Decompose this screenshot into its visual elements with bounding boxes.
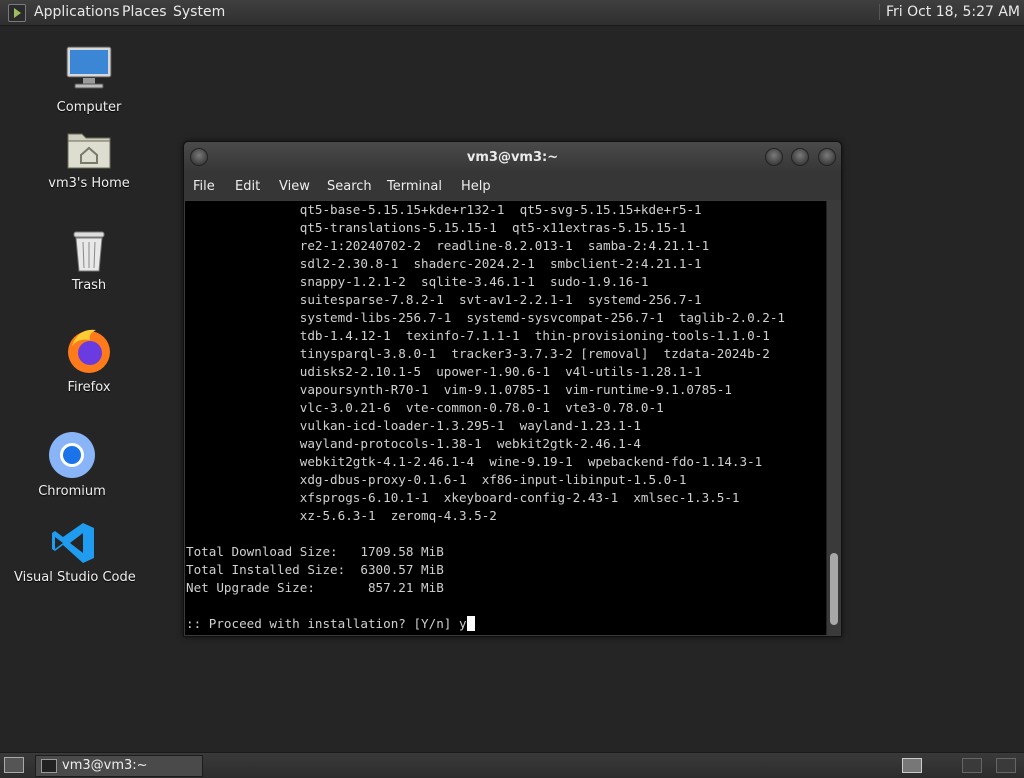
- terminal-line: webkit2gtk-4.1-2.46.1-4 wine-9.19-1 wpeb…: [299, 454, 763, 469]
- terminal-line: snappy-1.2.1-2 sqlite-3.46.1-1 sudo-1.9.…: [299, 274, 649, 289]
- text-cursor: [466, 616, 475, 631]
- trash-label: Trash: [71, 278, 107, 293]
- firefox-icon: [68, 329, 110, 373]
- desktop-vscode[interactable]: Visual Studio Code: [14, 520, 136, 585]
- taskbar-item-label: vm3@vm3:~: [62, 758, 148, 773]
- terminal-line: xdg-dbus-proxy-0.1.6-1 xf86-input-libinp…: [299, 472, 687, 487]
- minimize-button[interactable]: [765, 148, 783, 166]
- menu-help[interactable]: Help: [461, 179, 491, 194]
- trash-icon: [73, 231, 105, 272]
- terminal-line: Total Download Size: 1709.58 MiB: [186, 544, 444, 559]
- menu-search[interactable]: Search: [327, 179, 372, 194]
- vscode-label: Visual Studio Code: [14, 570, 136, 585]
- terminal-icon: [41, 759, 57, 773]
- taskbar-item-terminal[interactable]: vm3@vm3:~: [35, 755, 203, 777]
- title-bar[interactable]: vm3@vm3:~: [184, 142, 841, 174]
- terminal-line: xfsprogs-6.10.1-1 xkeyboard-config-2.43-…: [299, 490, 740, 505]
- places-menu[interactable]: Places: [122, 4, 167, 20]
- terminal-line: re2-1:20240702-2 readline-8.2.013-1 samb…: [299, 238, 710, 253]
- home-label: vm3's Home: [48, 176, 130, 191]
- bottom-panel: vm3@vm3:~: [0, 752, 1024, 778]
- workspace-1[interactable]: [902, 758, 922, 773]
- close-button[interactable]: [818, 148, 836, 166]
- desktop-home[interactable]: vm3's Home: [44, 128, 134, 191]
- vscode-icon: [52, 523, 94, 563]
- terminal-line: xz-5.6.3-1 zeromq-4.3.5-2: [299, 508, 497, 523]
- terminal-line: Total Installed Size: 6300.57 MiB: [186, 562, 444, 577]
- main-menu-icon[interactable]: [8, 4, 26, 22]
- menu-file[interactable]: File: [193, 179, 215, 194]
- top-panel: Applications Places System Fri Oct 18, 5…: [0, 0, 1024, 26]
- chromium-icon: [49, 432, 95, 478]
- scrollbar[interactable]: [826, 201, 841, 635]
- terminal-line: sdl2-2.30.8-1 shaderc-2024.2-1 smbclient…: [299, 256, 702, 271]
- desktop-computer[interactable]: Computer: [44, 44, 134, 115]
- firefox-label: Firefox: [67, 380, 111, 395]
- computer-icon: [66, 46, 112, 89]
- terminal-line: tdb-1.4.12-1 texinfo-7.1.1-1 thin-provis…: [299, 328, 770, 343]
- terminal-line: udisks2-2.10.1-5 upower-1.90.6-1 v4l-uti…: [299, 364, 702, 379]
- terminal-line: qt5-translations-5.15.15-1 qt5-x11extras…: [299, 220, 687, 235]
- computer-label: Computer: [56, 100, 122, 115]
- terminal-text: qt5-base-5.15.15+kde+r132-1 qt5-svg-5.15…: [185, 201, 826, 633]
- chromium-label: Chromium: [38, 484, 106, 499]
- desktop-firefox[interactable]: Firefox: [44, 326, 134, 395]
- scrollbar-thumb[interactable]: [830, 553, 838, 625]
- terminal-output[interactable]: qt5-base-5.15.15+kde+r132-1 qt5-svg-5.15…: [185, 201, 826, 635]
- terminal-window: vm3@vm3:~ File Edit View Search Terminal…: [183, 141, 842, 637]
- install-prompt: :: Proceed with installation? [Y/n] y: [186, 616, 467, 631]
- terminal-line: suitesparse-7.8.2-1 svt-av1-2.2.1-1 syst…: [299, 292, 702, 307]
- terminal-line: qt5-base-5.15.15+kde+r132-1 qt5-svg-5.15…: [299, 202, 702, 217]
- system-menu[interactable]: System: [173, 4, 225, 20]
- terminal-line: vlc-3.0.21-6 vte-common-0.78.0-1 vte3-0.…: [299, 400, 664, 415]
- terminal-line: wayland-protocols-1.38-1 webkit2gtk-2.46…: [299, 436, 641, 451]
- workspace-3[interactable]: [996, 758, 1016, 773]
- desktop-chromium[interactable]: Chromium: [27, 430, 117, 499]
- terminal-line: vulkan-icd-loader-1.3.295-1 wayland-1.23…: [299, 418, 641, 433]
- show-desktop-icon[interactable]: [4, 757, 24, 773]
- window-title: vm3@vm3:~: [466, 150, 559, 165]
- desktop-trash[interactable]: Trash: [44, 228, 134, 293]
- applications-menu[interactable]: Applications: [34, 4, 120, 20]
- menu-view[interactable]: View: [279, 179, 310, 194]
- menu-terminal[interactable]: Terminal: [387, 179, 442, 194]
- terminal-line: Net Upgrade Size: 857.21 MiB: [186, 580, 444, 595]
- workspace-2[interactable]: [962, 758, 982, 773]
- terminal-line: tinysparql-3.8.0-1 tracker3-3.7.3-2 [rem…: [299, 346, 770, 361]
- menu-edit[interactable]: Edit: [235, 179, 260, 194]
- terminal-line: vapoursynth-R70-1 vim-9.1.0785-1 vim-run…: [299, 382, 732, 397]
- home-folder-icon: [67, 133, 111, 169]
- clock[interactable]: Fri Oct 18, 5:27 AM: [878, 4, 1020, 20]
- maximize-button[interactable]: [791, 148, 809, 166]
- menu-bar: File Edit View Search Terminal Help: [184, 174, 841, 200]
- terminal-line: systemd-libs-256.7-1 systemd-sysvcompat-…: [299, 310, 785, 325]
